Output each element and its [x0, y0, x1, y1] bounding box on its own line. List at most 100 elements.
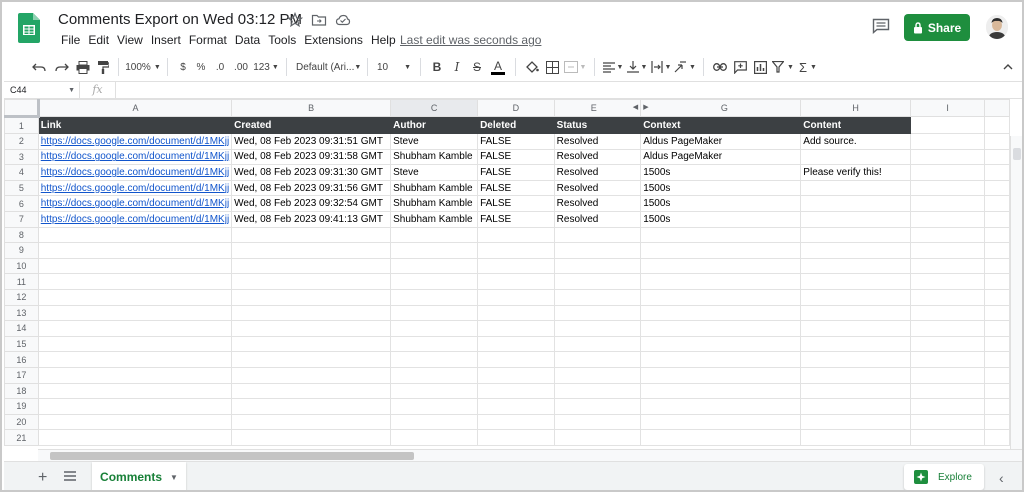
column-header[interactable]: D — [477, 99, 555, 117]
empty-cell[interactable] — [390, 351, 479, 368]
table-cell[interactable]: Resolved — [553, 148, 642, 166]
text-color-icon[interactable]: A — [487, 57, 509, 77]
empty-cell[interactable] — [640, 257, 802, 275]
row-header[interactable]: 9 — [4, 242, 39, 259]
star-icon[interactable] — [286, 11, 304, 28]
empty-cell[interactable] — [231, 257, 392, 275]
bold-icon[interactable]: B — [427, 57, 447, 77]
row-header[interactable]: 4 — [4, 164, 39, 181]
empty-cell[interactable] — [37, 288, 233, 306]
empty-cell[interactable] — [800, 366, 911, 384]
column-header[interactable]: B — [231, 99, 392, 117]
empty-cell[interactable] — [477, 226, 555, 244]
header-cell[interactable]: Content — [800, 116, 911, 134]
row-header[interactable]: 18 — [4, 382, 39, 400]
empty-cell[interactable] — [984, 210, 1010, 228]
table-cell[interactable] — [800, 210, 911, 228]
filter-icon[interactable]: ▼ — [770, 57, 796, 77]
empty-cell[interactable] — [37, 242, 233, 259]
empty-cell[interactable] — [477, 304, 555, 322]
table-cell[interactable]: FALSE — [477, 148, 555, 166]
row-header[interactable]: 14 — [4, 320, 39, 337]
empty-cell[interactable] — [477, 366, 555, 384]
empty-cell[interactable] — [37, 226, 233, 244]
empty-cell[interactable] — [640, 320, 802, 337]
empty-cell[interactable] — [390, 242, 479, 259]
table-cell[interactable]: Resolved — [553, 195, 642, 212]
empty-cell[interactable] — [800, 398, 911, 415]
column-header[interactable]: E ◀ — [553, 99, 642, 117]
table-cell[interactable]: Steve — [390, 164, 479, 181]
column-header[interactable]: ▶ G — [640, 99, 802, 117]
table-cell[interactable]: 1500s — [640, 164, 802, 181]
empty-cell[interactable] — [640, 273, 802, 290]
empty-cell[interactable] — [800, 320, 911, 337]
empty-cell[interactable] — [390, 304, 479, 322]
cloud-status-icon[interactable] — [335, 12, 351, 28]
empty-cell[interactable] — [800, 382, 911, 400]
table-cell[interactable]: Aldus PageMaker — [640, 133, 802, 150]
link-cell[interactable]: https://docs.google.com/document/d/1MKjj — [37, 164, 233, 181]
table-cell[interactable]: Shubham Kamble — [390, 195, 479, 212]
empty-cell[interactable] — [390, 288, 479, 306]
empty-cell[interactable] — [553, 398, 642, 415]
empty-cell[interactable] — [37, 351, 233, 368]
functions-icon[interactable]: Σ ▼ — [796, 57, 820, 77]
explore-button[interactable]: Explore — [904, 464, 984, 490]
table-cell[interactable]: 1500s — [640, 179, 802, 197]
empty-cell[interactable] — [390, 273, 479, 290]
comment-history-icon[interactable] — [872, 18, 890, 34]
header-cell[interactable]: Created — [231, 116, 392, 134]
table-cell[interactable]: Resolved — [553, 164, 642, 181]
table-cell[interactable]: Shubham Kamble — [390, 210, 479, 228]
avatar[interactable] — [986, 15, 1008, 39]
empty-cell[interactable] — [800, 273, 911, 290]
undo-icon[interactable] — [26, 57, 52, 77]
row-header[interactable]: 15 — [4, 335, 39, 353]
column-header[interactable]: A — [37, 99, 233, 117]
borders-icon[interactable] — [542, 57, 562, 77]
sheets-logo-icon[interactable] — [18, 13, 40, 43]
table-cell[interactable] — [800, 179, 911, 197]
empty-cell[interactable] — [909, 242, 986, 259]
menu-extensions[interactable]: Extensions — [300, 33, 367, 47]
empty-cell[interactable] — [909, 398, 986, 415]
row-header[interactable]: 21 — [4, 429, 39, 446]
insert-chart-icon[interactable] — [750, 57, 770, 77]
empty-cell[interactable] — [984, 242, 1010, 259]
empty-cell[interactable] — [477, 288, 555, 306]
empty-cell[interactable] — [390, 226, 479, 244]
empty-cell[interactable] — [909, 179, 986, 197]
menu-tools[interactable]: Tools — [264, 33, 300, 47]
row-header[interactable]: 17 — [4, 366, 39, 384]
empty-cell[interactable] — [477, 242, 555, 259]
empty-cell[interactable] — [37, 398, 233, 415]
empty-cell[interactable] — [553, 257, 642, 275]
menu-edit[interactable]: Edit — [84, 33, 113, 47]
empty-cell[interactable] — [390, 382, 479, 400]
empty-cell[interactable] — [231, 366, 392, 384]
menu-view[interactable]: View — [113, 33, 147, 47]
row-header[interactable]: 1 — [4, 116, 39, 134]
font-size-select[interactable]: 10 ▼ — [374, 57, 414, 77]
strikethrough-icon[interactable]: S — [467, 57, 487, 77]
empty-cell[interactable] — [984, 320, 1010, 337]
menu-insert[interactable]: Insert — [147, 33, 185, 47]
header-cell[interactable]: Deleted — [477, 116, 555, 134]
link-cell[interactable]: https://docs.google.com/document/d/1MKjj — [37, 133, 233, 150]
header-cell[interactable]: Link — [37, 116, 233, 134]
share-button[interactable]: Share — [904, 14, 970, 41]
empty-cell[interactable] — [37, 273, 233, 290]
empty-cell[interactable] — [231, 429, 392, 446]
menu-file[interactable]: File — [57, 33, 84, 47]
empty-cell[interactable] — [984, 382, 1010, 400]
menu-data[interactable]: Data — [231, 33, 264, 47]
empty-cell[interactable] — [984, 226, 1010, 244]
column-header[interactable]: H — [800, 99, 911, 117]
empty-cell[interactable] — [477, 398, 555, 415]
table-cell[interactable]: Wed, 08 Feb 2023 09:31:51 GMT — [231, 133, 392, 150]
empty-cell[interactable] — [800, 304, 911, 322]
merge-cells-icon[interactable]: ▼ — [562, 57, 588, 77]
table-cell[interactable]: FALSE — [477, 133, 555, 150]
link-icon[interactable] — [710, 57, 730, 77]
